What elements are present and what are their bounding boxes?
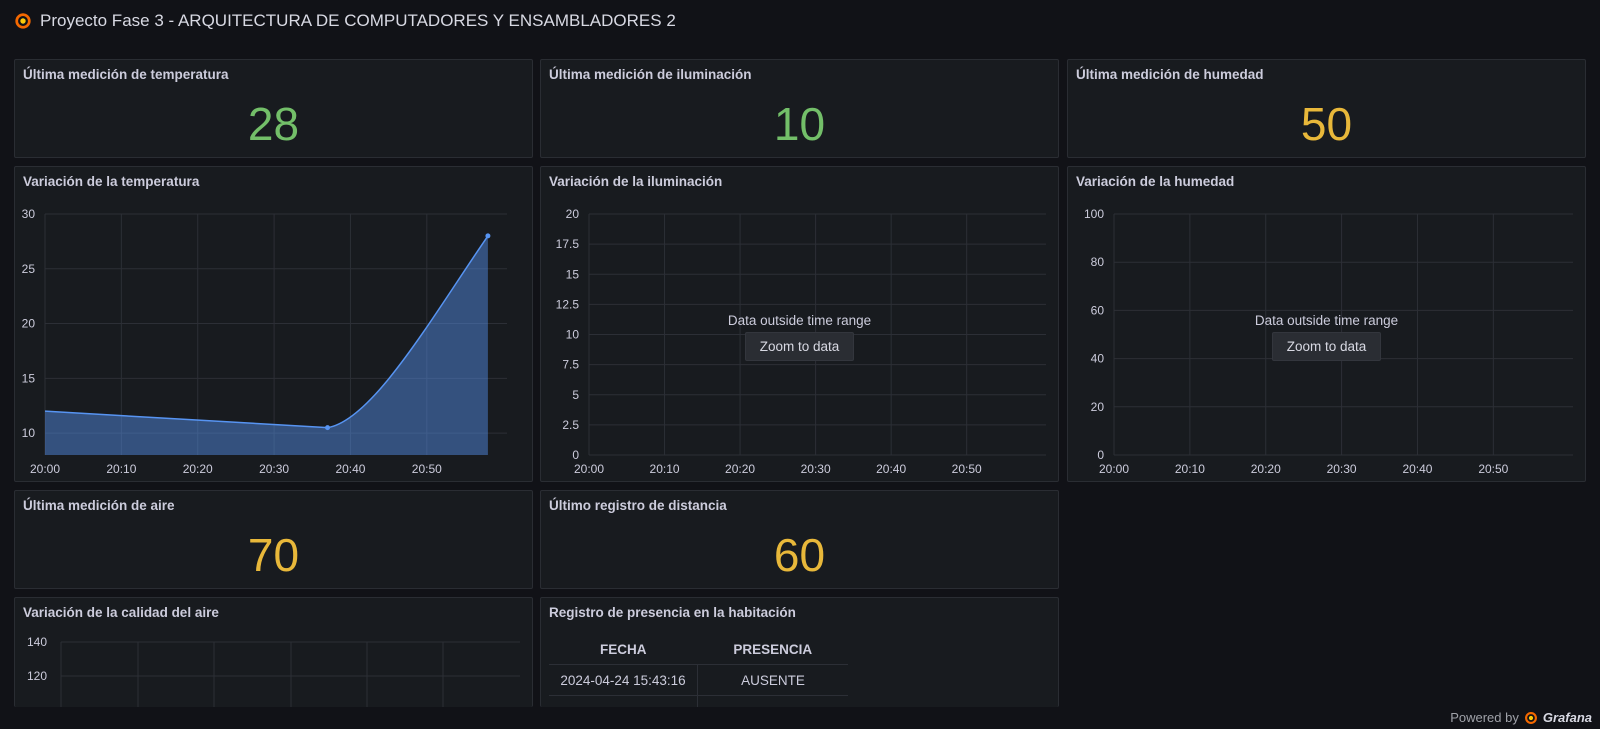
- x-tick-label: 20:20: [1251, 462, 1281, 476]
- panel-air-chart[interactable]: Variación de la calidad del aire 120 140: [14, 597, 533, 707]
- y-tick-label: 10: [22, 426, 36, 440]
- stat-value: 28: [247, 98, 300, 150]
- grafana-brand-link[interactable]: Grafana: [1543, 710, 1592, 725]
- powered-by-label: Powered by: [1450, 710, 1519, 725]
- table-header-row: FECHA PRESENCIA: [549, 634, 848, 665]
- x-tick-label: 20:00: [574, 462, 604, 476]
- y-tick-label: 2.5: [562, 418, 579, 432]
- data-point: [485, 233, 491, 239]
- zoom-to-data-button[interactable]: Zoom to data: [744, 332, 855, 361]
- y-tick-label: 12.5: [556, 297, 580, 311]
- cell-empty: [697, 695, 848, 707]
- dashboard-title[interactable]: Proyecto Fase 3 - ARQUITECTURA DE COMPUT…: [40, 11, 676, 31]
- x-tick-label: 20:10: [650, 462, 680, 476]
- panel-title: Última medición de humedad: [1076, 67, 1264, 82]
- x-tick-label: 20:40: [1402, 462, 1432, 476]
- x-tick-label: 20:50: [952, 462, 982, 476]
- grafana-footer-icon: [1524, 711, 1537, 724]
- no-data-message: Data outside time range: [727, 313, 872, 328]
- cell-fecha: 2024-04-24 15:43:16: [549, 664, 698, 696]
- footer: Powered by Grafana: [1450, 710, 1592, 725]
- panel-title: Registro de presencia en la habitación: [549, 605, 796, 620]
- table-row: 2024-04-24 15:43:16 AUSENTE: [549, 664, 848, 696]
- temperature-chart[interactable]: 10 15 20 25 30 20:00 20:10 20:20 20:30 20:40 20:50: [15, 167, 533, 482]
- panel-title: Último registro de distancia: [549, 498, 727, 513]
- panel-title: Última medición de iluminación: [549, 67, 752, 82]
- column-header-presencia[interactable]: PRESENCIA: [697, 634, 848, 665]
- panel-presence-table[interactable]: Registro de presencia en la habitación F…: [540, 597, 1059, 707]
- x-tick-label: 20:50: [412, 462, 442, 476]
- x-tick-label: 20:20: [725, 462, 755, 476]
- panel-title: Última medición de aire: [23, 498, 175, 513]
- grafana-logo-icon[interactable]: [14, 12, 32, 30]
- y-tick-label: 20: [566, 207, 580, 221]
- stat-value: 70: [247, 529, 300, 581]
- x-tick-label: 20:50: [1478, 462, 1508, 476]
- panel-humidity-stat[interactable]: Última medición de humedad 50: [1067, 59, 1586, 158]
- no-data-message: Data outside time range: [1254, 313, 1399, 328]
- x-tick-label: 20:40: [876, 462, 906, 476]
- table-row: [549, 695, 848, 707]
- cell-presencia: AUSENTE: [697, 664, 848, 696]
- no-data-overlay: Data outside time range Zoom to data: [1068, 313, 1585, 361]
- dashboard-header: Proyecto Fase 3 - ARQUITECTURA DE COMPUT…: [14, 8, 676, 34]
- y-tick-label: 15: [22, 371, 36, 385]
- stat-value: 60: [773, 529, 826, 581]
- panel-temperature-stat[interactable]: Última medición de temperatura 28: [14, 59, 533, 158]
- panel-light-chart[interactable]: Variación de la iluminación 0 2.5 5 7.5 10 12…: [540, 166, 1059, 482]
- panel-light-stat[interactable]: Última medición de iluminación 10: [540, 59, 1059, 158]
- zoom-to-data-button[interactable]: Zoom to data: [1271, 332, 1382, 361]
- stat-value: 50: [1300, 98, 1353, 150]
- y-tick-label: 20: [1091, 400, 1105, 414]
- panel-title: Última medición de temperatura: [23, 67, 229, 82]
- y-tick-label: 100: [1084, 207, 1104, 221]
- y-tick-label: 140: [27, 635, 47, 649]
- stat-value: 10: [773, 98, 826, 150]
- y-tick-label: 15: [566, 267, 580, 281]
- panel-temperature-chart[interactable]: Variación de la temperatura 10 15 20 25 30 20…: [14, 166, 533, 482]
- x-tick-label: 20:10: [106, 462, 136, 476]
- y-tick-label: 0: [572, 448, 579, 462]
- panel-humidity-chart[interactable]: Variación de la humedad 0 20 40 60 80 100 20:0…: [1067, 166, 1586, 482]
- data-point: [325, 425, 331, 431]
- x-tick-label: 20:20: [183, 462, 213, 476]
- air-quality-chart[interactable]: 120 140: [15, 598, 533, 707]
- column-header-fecha[interactable]: FECHA: [549, 634, 698, 665]
- panel-distance-stat[interactable]: Último registro de distancia 60: [540, 490, 1059, 589]
- no-data-overlay: Data outside time range Zoom to data: [541, 313, 1058, 361]
- x-tick-label: 20:30: [259, 462, 289, 476]
- presence-table: FECHA PRESENCIA 2024-04-24 15:43:16 AUSE…: [549, 634, 848, 707]
- x-tick-label: 20:00: [30, 462, 60, 476]
- y-tick-label: 17.5: [556, 237, 580, 251]
- y-tick-label: 5: [572, 388, 579, 402]
- x-tick-label: 20:30: [801, 462, 831, 476]
- x-tick-label: 20:30: [1327, 462, 1357, 476]
- panel-air-stat[interactable]: Última medición de aire 70: [14, 490, 533, 589]
- x-tick-label: 20:40: [335, 462, 365, 476]
- x-tick-label: 20:00: [1099, 462, 1129, 476]
- y-tick-label: 25: [22, 262, 36, 276]
- y-tick-label: 0: [1097, 448, 1104, 462]
- y-tick-label: 30: [22, 207, 36, 221]
- y-tick-label: 80: [1091, 255, 1105, 269]
- y-tick-label: 20: [22, 317, 36, 331]
- cell-empty: [549, 695, 698, 707]
- x-tick-label: 20:10: [1175, 462, 1205, 476]
- y-tick-label: 120: [27, 669, 47, 683]
